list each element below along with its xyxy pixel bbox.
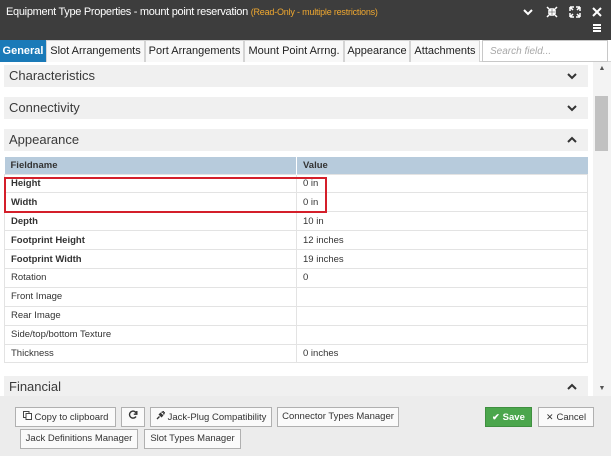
collapse-icon[interactable] xyxy=(545,6,559,20)
table-row[interactable]: Height 0 in xyxy=(4,173,588,194)
table-row[interactable]: Rotation 0 xyxy=(4,267,588,288)
tab-port-arrangements[interactable]: Port Arrangements xyxy=(145,40,244,62)
window-title-text: Equipment Type Properties - mount point … xyxy=(6,6,248,18)
table-row[interactable]: Depth 10 in xyxy=(4,211,588,232)
field-value: 12 inches xyxy=(296,230,588,251)
tab-bar: General Slot Arrangements Port Arrangeme… xyxy=(0,40,611,62)
field-value: 0 in xyxy=(296,173,588,194)
field-value xyxy=(296,286,588,307)
copy-icon xyxy=(22,408,32,426)
plug-icon xyxy=(156,408,165,426)
chevron-up-icon xyxy=(567,383,577,390)
section-characteristics-label: Characteristics xyxy=(9,68,95,83)
save-label: Save xyxy=(502,412,525,423)
section-connectivity[interactable]: Connectivity xyxy=(4,97,588,119)
column-header-value: Value xyxy=(296,157,588,174)
read-only-label: (Read-Only - multiple restrictions) xyxy=(250,7,378,17)
field-name: Height xyxy=(4,173,297,194)
column-header-fieldname: Fieldname xyxy=(4,157,297,174)
close-icon[interactable] xyxy=(590,6,604,20)
expand-icon[interactable] xyxy=(568,6,582,20)
field-name: Thickness xyxy=(4,343,297,364)
scrollbar-thumb[interactable] xyxy=(595,96,608,151)
properties-table: Fieldname Value Height 0 in Width 0 in D… xyxy=(4,157,588,364)
search-input[interactable] xyxy=(482,40,608,62)
footer-toolbar: Copy to clipboard Jack-Plug Compatibilit… xyxy=(0,396,611,456)
jack-plug-compatibility-button[interactable]: Jack-Plug Compatibility xyxy=(150,407,272,427)
tab-slot-arrangements[interactable]: Slot Arrangements xyxy=(46,40,145,62)
table-row[interactable]: Rear Image xyxy=(4,305,588,326)
scroll-down-icon[interactable]: ▼ xyxy=(597,384,607,394)
slot-types-manager-button[interactable]: Slot Types Manager xyxy=(144,429,241,449)
title-bar: Equipment Type Properties - mount point … xyxy=(0,0,611,40)
chevron-down-icon xyxy=(567,73,577,80)
table-row[interactable]: Thickness 0 inches xyxy=(4,343,588,364)
copy-to-clipboard-button[interactable]: Copy to clipboard xyxy=(15,407,116,427)
section-appearance-label: Appearance xyxy=(9,132,80,147)
section-characteristics[interactable]: Characteristics xyxy=(4,65,588,87)
scroll-up-icon[interactable]: ▲ xyxy=(597,64,607,74)
field-name: Rotation xyxy=(4,267,297,288)
connector-types-manager-button[interactable]: Connector Types Manager xyxy=(277,407,399,427)
window-title: Equipment Type Properties - mount point … xyxy=(6,6,378,18)
tab-general[interactable]: General xyxy=(0,40,46,62)
chevron-down-icon[interactable] xyxy=(521,6,535,20)
check-icon: ✔ xyxy=(492,412,500,422)
jack-plug-compatibility-label: Jack-Plug Compatibility xyxy=(167,412,267,423)
table-row[interactable]: Side/top/bottom Texture xyxy=(4,324,588,345)
properties-panel: Characteristics Connectivity Appearance … xyxy=(0,62,593,396)
field-name: Side/top/bottom Texture xyxy=(4,324,297,345)
table-header-row: Fieldname Value xyxy=(4,157,588,174)
menu-icon[interactable] xyxy=(590,22,604,36)
field-value: 10 in xyxy=(296,211,588,232)
close-icon: ✕ xyxy=(545,412,554,422)
cancel-button[interactable]: ✕ Cancel xyxy=(538,407,594,427)
copy-to-clipboard-label: Copy to clipboard xyxy=(34,412,109,423)
refresh-button[interactable] xyxy=(121,407,145,427)
field-name: Width xyxy=(4,192,297,213)
field-value: 0 inches xyxy=(296,343,588,364)
section-financial-label: Financial xyxy=(9,379,62,394)
tab-mount-point-arrangements[interactable]: Mount Point Arrng. xyxy=(244,40,344,62)
field-name: Footprint Width xyxy=(4,249,297,269)
chevron-down-icon xyxy=(567,105,577,112)
field-name: Front Image xyxy=(4,286,297,307)
section-financial[interactable]: Financial xyxy=(4,376,588,396)
field-name: Footprint Height xyxy=(4,230,297,251)
tab-attachments[interactable]: Attachments xyxy=(410,40,480,62)
field-value xyxy=(296,305,588,326)
table-row[interactable]: Footprint Height 12 inches xyxy=(4,230,588,251)
table-row[interactable]: Width 0 in xyxy=(4,192,588,213)
field-name: Depth xyxy=(4,211,297,232)
section-connectivity-label: Connectivity xyxy=(9,100,80,115)
cancel-label: Cancel xyxy=(556,412,587,423)
refresh-icon xyxy=(128,408,138,426)
jack-definitions-manager-button[interactable]: Jack Definitions Manager xyxy=(20,429,138,449)
field-value: 0 in xyxy=(296,192,588,213)
save-button[interactable]: ✔ Save xyxy=(485,407,532,427)
field-value: 19 inches xyxy=(296,249,588,269)
section-appearance[interactable]: Appearance xyxy=(4,129,588,151)
field-value xyxy=(296,324,588,345)
vertical-scrollbar[interactable]: ▲ ▼ xyxy=(593,62,611,396)
field-value: 0 xyxy=(296,267,588,288)
field-name: Rear Image xyxy=(4,305,297,326)
chevron-up-icon xyxy=(567,136,577,143)
table-row[interactable]: Front Image xyxy=(4,286,588,307)
tab-appearance[interactable]: Appearance xyxy=(344,40,410,62)
table-row[interactable]: Footprint Width 19 inches xyxy=(4,249,588,269)
